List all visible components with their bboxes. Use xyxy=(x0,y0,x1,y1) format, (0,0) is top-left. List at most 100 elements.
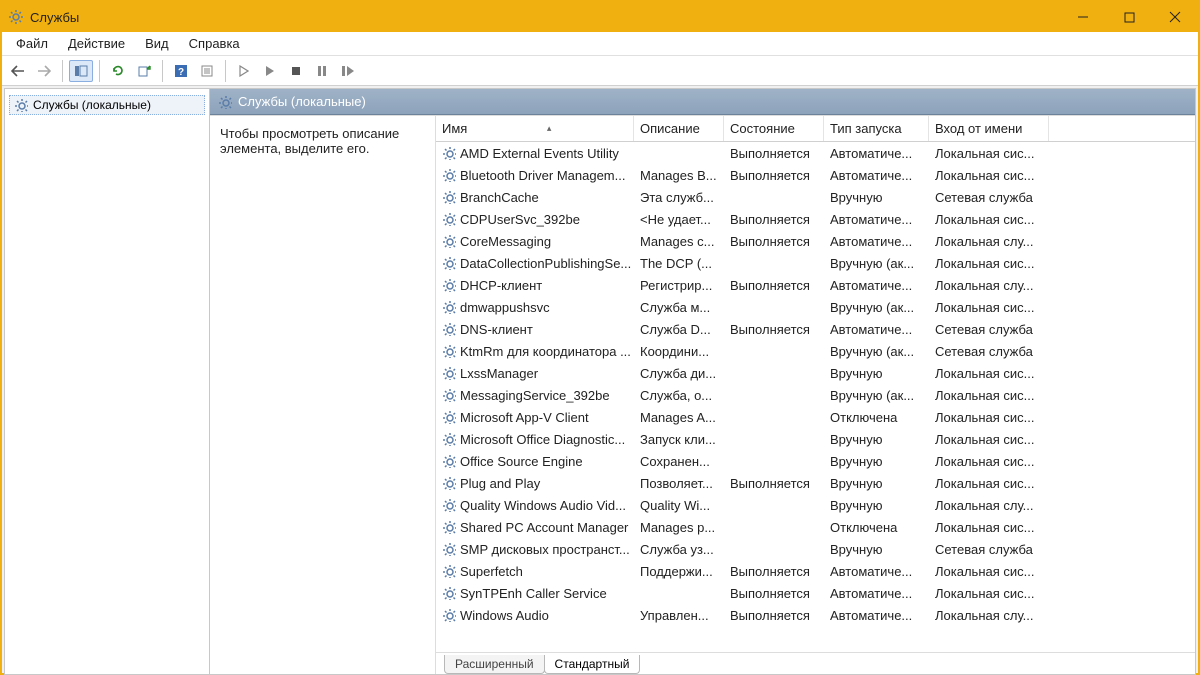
service-status: Выполняется xyxy=(724,145,824,162)
service-row[interactable]: Bluetooth Driver Managem...Manages B...В… xyxy=(436,164,1195,186)
refresh-button[interactable] xyxy=(106,60,130,82)
service-startup: Автоматиче... xyxy=(824,211,929,228)
service-name: Office Source Engine xyxy=(460,454,583,469)
help-button[interactable]: ? xyxy=(169,60,193,82)
service-row[interactable]: Microsoft App-V ClientManages A...Отключ… xyxy=(436,406,1195,428)
service-name: Microsoft Office Diagnostic... xyxy=(460,432,625,447)
service-row[interactable]: CDPUserSvc_392be<Не удает...ВыполняетсяА… xyxy=(436,208,1195,230)
service-startup: Вручную (ак... xyxy=(824,387,929,404)
service-name: Shared PC Account Manager xyxy=(460,520,628,535)
service-description: Служба D... xyxy=(634,321,724,338)
service-startup: Вручную (ак... xyxy=(824,299,929,316)
gear-icon xyxy=(442,322,456,336)
service-name: Windows Audio xyxy=(460,608,549,623)
service-row[interactable]: CoreMessagingManages c...ВыполняетсяАвто… xyxy=(436,230,1195,252)
service-status xyxy=(724,504,824,506)
column-description[interactable]: Описание xyxy=(634,116,724,141)
service-row[interactable]: BranchCacheЭта служб...ВручнуюСетевая сл… xyxy=(436,186,1195,208)
pause-service-button[interactable] xyxy=(310,60,334,82)
service-row[interactable]: SuperfetchПоддержи...ВыполняетсяАвтомати… xyxy=(436,560,1195,582)
tree-item-services-local[interactable]: Службы (локальные) xyxy=(9,95,205,115)
service-row[interactable]: DNS-клиентСлужба D...ВыполняетсяАвтомати… xyxy=(436,318,1195,340)
export-button[interactable] xyxy=(132,60,156,82)
service-logon: Локальная слу... xyxy=(929,277,1049,294)
service-status xyxy=(724,306,824,308)
service-row[interactable]: SMP дисковых пространст...Служба уз...Вр… xyxy=(436,538,1195,560)
service-status: Выполняется xyxy=(724,563,824,580)
back-button[interactable] xyxy=(6,60,30,82)
service-row[interactable]: Office Source EngineСохранен...ВручнуюЛо… xyxy=(436,450,1195,472)
properties-button[interactable] xyxy=(195,60,219,82)
service-description: The DCP (... xyxy=(634,255,724,272)
forward-button[interactable] xyxy=(32,60,56,82)
tab-standard[interactable]: Стандартный xyxy=(544,655,641,674)
gear-icon xyxy=(442,278,456,292)
service-logon: Локальная сис... xyxy=(929,585,1049,602)
close-button[interactable] xyxy=(1152,2,1198,32)
service-name: AMD External Events Utility xyxy=(460,146,619,161)
service-status xyxy=(724,460,824,462)
gear-icon xyxy=(442,542,456,556)
service-description: Manages p... xyxy=(634,519,724,536)
column-startup[interactable]: Тип запуска xyxy=(824,116,929,141)
grid-rows[interactable]: AMD External Events Utility Выполняется Ав… xyxy=(436,142,1195,652)
service-startup: Вручную xyxy=(824,541,929,558)
service-logon: Сетевая служба xyxy=(929,321,1049,338)
description-panel: Чтобы просмотреть описание элемента, выд… xyxy=(210,116,435,674)
service-row[interactable]: KtmRm для координатора ...Координи...Вру… xyxy=(436,340,1195,362)
service-status xyxy=(724,438,824,440)
service-row[interactable]: Microsoft Office Diagnostic...Запуск кли… xyxy=(436,428,1195,450)
service-startup: Автоматиче... xyxy=(824,233,929,250)
service-description: Служба м... xyxy=(634,299,724,316)
service-logon: Сетевая служба xyxy=(929,541,1049,558)
service-status xyxy=(724,526,824,528)
column-status[interactable]: Состояние xyxy=(724,116,824,141)
service-status: Выполняется xyxy=(724,607,824,624)
service-startup: Вручную (ак... xyxy=(824,255,929,272)
menu-bar: Файл Действие Вид Справка xyxy=(2,32,1198,56)
service-description: Manages c... xyxy=(634,233,724,250)
service-status xyxy=(724,350,824,352)
gear-icon xyxy=(442,146,456,160)
service-description xyxy=(634,592,724,594)
gear-icon xyxy=(442,234,456,248)
menu-view[interactable]: Вид xyxy=(135,33,179,54)
service-startup: Вручную xyxy=(824,431,929,448)
service-logon: Локальная слу... xyxy=(929,497,1049,514)
service-status: Выполняется xyxy=(724,167,824,184)
service-startup: Вручную xyxy=(824,497,929,514)
menu-action[interactable]: Действие xyxy=(58,33,135,54)
service-description: <Не удает... xyxy=(634,211,724,228)
service-row[interactable]: AMD External Events UtilityВыполняетсяАв… xyxy=(436,142,1195,164)
service-logon: Локальная сис... xyxy=(929,255,1049,272)
service-row[interactable]: SynTPEnh Caller ServiceВыполняетсяАвтома… xyxy=(436,582,1195,604)
column-name[interactable]: Имя ▴ xyxy=(436,116,634,141)
service-row[interactable]: DataCollectionPublishingSe...The DCP (..… xyxy=(436,252,1195,274)
menu-help[interactable]: Справка xyxy=(179,33,250,54)
minimize-button[interactable] xyxy=(1060,2,1106,32)
menu-file[interactable]: Файл xyxy=(6,33,58,54)
tree-item-label: Службы (локальные) xyxy=(33,98,151,112)
service-name: SMP дисковых пространст... xyxy=(460,542,630,557)
service-row[interactable]: Quality Windows Audio Vid...Quality Wi..… xyxy=(436,494,1195,516)
service-row[interactable]: Windows AudioУправлен...ВыполняетсяАвтом… xyxy=(436,604,1195,626)
column-logon[interactable]: Вход от имени xyxy=(929,116,1049,141)
service-row[interactable]: MessagingService_392beСлужба, о...Вручну… xyxy=(436,384,1195,406)
start-service-button[interactable] xyxy=(232,60,256,82)
service-description: Служба, о... xyxy=(634,387,724,404)
service-startup: Отключена xyxy=(824,409,929,426)
service-row[interactable]: Shared PC Account ManagerManages p...Отк… xyxy=(436,516,1195,538)
service-row[interactable]: LxssManagerСлужба ди...ВручнуюЛокальная … xyxy=(436,362,1195,384)
stop-service-button[interactable] xyxy=(284,60,308,82)
gear-icon xyxy=(442,168,456,182)
start-service-alt-button[interactable] xyxy=(258,60,282,82)
service-row[interactable]: Plug and PlayПозволяет...ВыполняетсяВруч… xyxy=(436,472,1195,494)
service-row[interactable]: DHCP-клиентРегистрир...ВыполняетсяАвтома… xyxy=(436,274,1195,296)
service-row[interactable]: dmwappushsvcСлужба м...Вручную (ак...Лок… xyxy=(436,296,1195,318)
restart-service-button[interactable] xyxy=(336,60,360,82)
service-startup: Вручную xyxy=(824,453,929,470)
tab-extended[interactable]: Расширенный xyxy=(444,655,545,674)
title-bar: Службы xyxy=(2,2,1198,32)
maximize-button[interactable] xyxy=(1106,2,1152,32)
show-tree-button[interactable] xyxy=(69,60,93,82)
